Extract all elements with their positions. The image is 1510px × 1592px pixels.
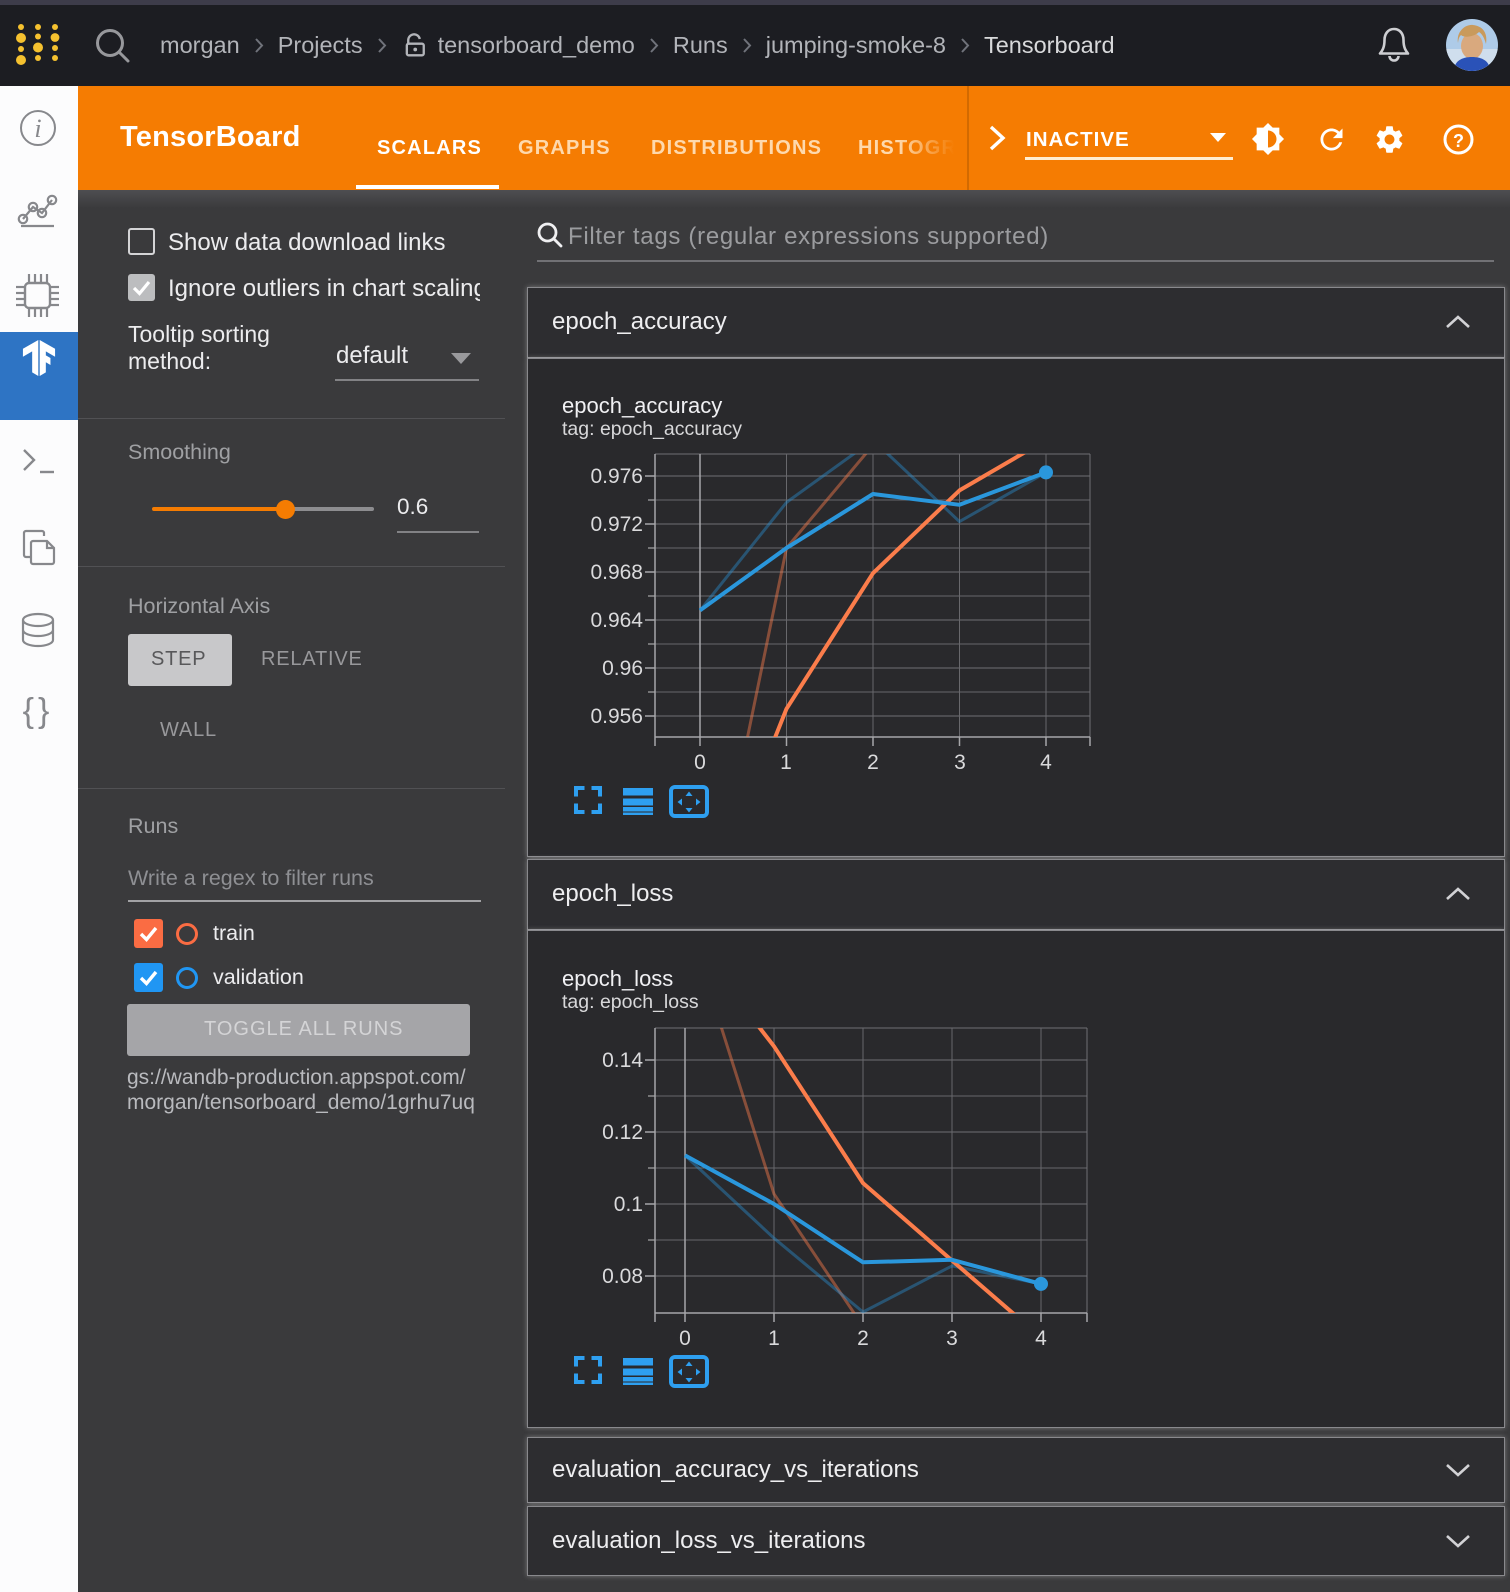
- svg-text:0.1: 0.1: [614, 1193, 643, 1216]
- svg-text:1: 1: [768, 1327, 780, 1350]
- svg-text:0: 0: [679, 1327, 691, 1350]
- svg-text:0.08: 0.08: [602, 1265, 643, 1288]
- svg-text:3: 3: [946, 1327, 958, 1350]
- svg-text:2: 2: [857, 1327, 869, 1350]
- svg-text:4: 4: [1035, 1327, 1047, 1350]
- svg-text:0.14: 0.14: [602, 1049, 643, 1072]
- svg-text:0.12: 0.12: [602, 1121, 643, 1144]
